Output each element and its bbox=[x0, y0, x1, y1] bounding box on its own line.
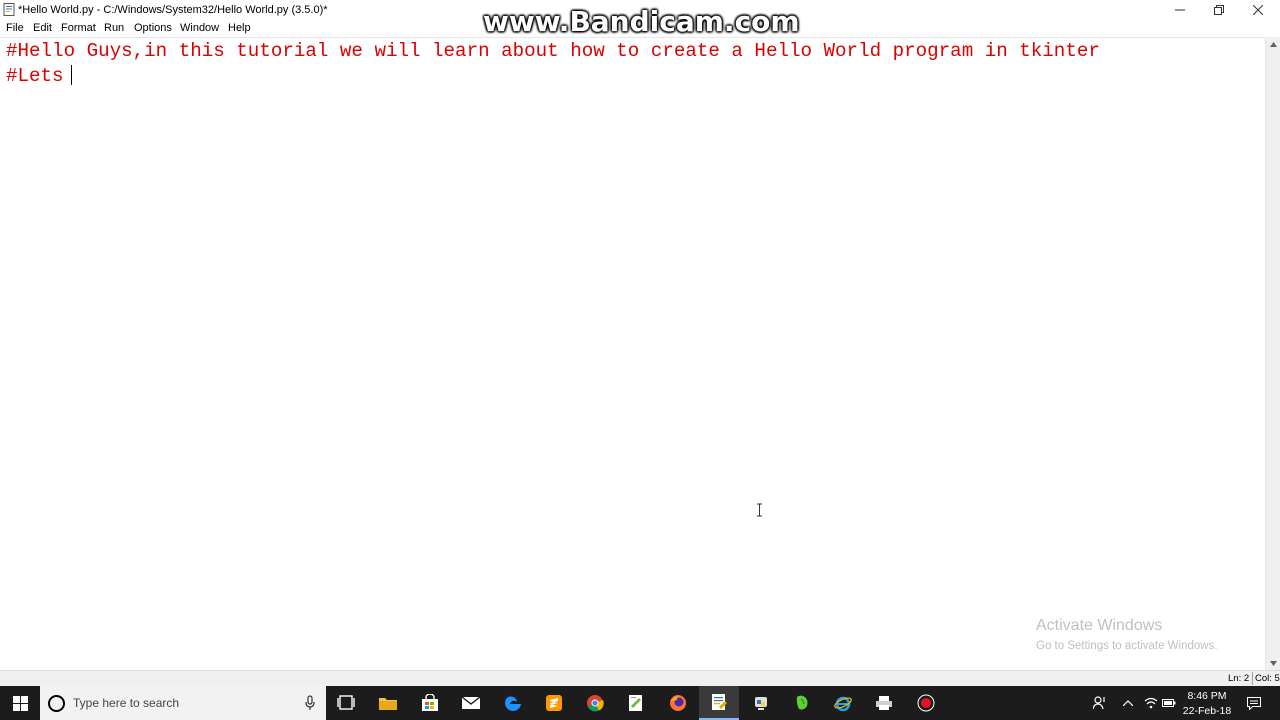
battery-icon bbox=[1162, 699, 1176, 707]
show-hidden-icons-button[interactable] bbox=[1120, 686, 1136, 720]
battery-button[interactable] bbox=[1161, 686, 1177, 720]
ibeam-cursor-icon bbox=[757, 503, 762, 517]
idle-editor-button[interactable] bbox=[699, 686, 739, 720]
windows-logo-icon bbox=[12, 695, 28, 711]
text-caret bbox=[71, 65, 72, 85]
sublime-text-button[interactable] bbox=[534, 686, 574, 720]
code-line: #Lets bbox=[6, 65, 64, 87]
sublime-text-icon bbox=[546, 695, 562, 711]
status-line: Ln: 2 bbox=[1228, 673, 1250, 684]
notepad-plus-plus-icon bbox=[629, 695, 642, 711]
cortana-icon bbox=[48, 695, 65, 712]
network-button[interactable] bbox=[1142, 686, 1160, 720]
notepad-plus-plus-button[interactable] bbox=[616, 686, 656, 720]
menu-edit[interactable]: Edit bbox=[33, 22, 52, 34]
action-center-button[interactable] bbox=[1240, 686, 1268, 720]
python-file-icon bbox=[3, 3, 15, 16]
evernote-button[interactable] bbox=[782, 686, 822, 720]
task-view-button[interactable] bbox=[326, 686, 366, 720]
chevron-down-icon bbox=[1270, 660, 1277, 666]
clock-date[interactable]: 22-Feb-18 bbox=[1180, 705, 1234, 717]
minimize-icon bbox=[1175, 9, 1185, 11]
window-title: *Hello World.py - C:/Windows/System32/He… bbox=[18, 4, 328, 16]
taskbar-search-box[interactable]: Type here to search bbox=[40, 686, 326, 720]
mail-button[interactable] bbox=[451, 686, 491, 720]
evernote-icon bbox=[796, 695, 808, 710]
task-view-icon bbox=[337, 695, 355, 710]
scroll-down-button[interactable] bbox=[1266, 656, 1280, 670]
edge-button[interactable] bbox=[493, 686, 533, 720]
menu-window[interactable]: Window bbox=[180, 22, 219, 34]
python-idle-icon bbox=[755, 697, 767, 710]
menu-run[interactable]: Run bbox=[104, 22, 124, 34]
status-separator bbox=[1252, 672, 1253, 685]
wifi-icon bbox=[1144, 697, 1158, 709]
chrome-icon bbox=[587, 695, 604, 712]
clock-time[interactable]: 8:46 PM bbox=[1180, 690, 1234, 702]
chevron-up-icon bbox=[1123, 700, 1133, 706]
restore-icon bbox=[1214, 5, 1224, 15]
internet-explorer-icon bbox=[834, 696, 852, 712]
bandicam-record-icon bbox=[917, 694, 935, 712]
edge-icon bbox=[504, 695, 521, 711]
bandicam-record-button[interactable] bbox=[906, 686, 946, 720]
bandicam-watermark: www.Bandicam.com bbox=[483, 5, 800, 38]
notification-icon bbox=[1247, 696, 1261, 710]
start-button[interactable] bbox=[0, 686, 40, 720]
chevron-up-icon bbox=[1270, 41, 1277, 47]
idle-editor-icon bbox=[712, 694, 727, 710]
file-explorer-icon bbox=[379, 698, 397, 710]
printer-button[interactable] bbox=[864, 686, 904, 720]
firefox-button[interactable] bbox=[658, 686, 698, 720]
status-bar: Ln: 2 Col: 5 bbox=[0, 670, 1280, 686]
print-icon bbox=[876, 696, 892, 710]
menu-format[interactable]: Format bbox=[61, 22, 96, 34]
code-line: #Hello Guys,in this tutorial we will lea… bbox=[6, 40, 1100, 62]
chrome-button[interactable] bbox=[575, 686, 615, 720]
minimize-button[interactable] bbox=[1160, 0, 1200, 20]
taskbar: Type here to search 8:46 PM 22-Feb-18 bbox=[0, 686, 1280, 720]
restore-button[interactable] bbox=[1199, 0, 1239, 20]
people-icon bbox=[1093, 696, 1105, 710]
store-button[interactable] bbox=[410, 686, 450, 720]
python-idle-button[interactable] bbox=[741, 686, 781, 720]
scroll-up-button[interactable] bbox=[1266, 37, 1280, 51]
firefox-icon bbox=[670, 695, 686, 711]
close-icon bbox=[1253, 5, 1263, 15]
internet-explorer-button[interactable] bbox=[823, 686, 863, 720]
code-editor[interactable]: #Hello Guys,in this tutorial we will lea… bbox=[0, 37, 1265, 670]
activation-title: Activate Windows bbox=[1036, 617, 1163, 634]
close-button[interactable] bbox=[1238, 0, 1278, 20]
people-button[interactable] bbox=[1090, 686, 1110, 720]
menu-help[interactable]: Help bbox=[228, 22, 251, 34]
microphone-icon[interactable] bbox=[305, 695, 315, 711]
store-icon bbox=[422, 694, 438, 711]
status-column: Col: 5 bbox=[1255, 673, 1280, 684]
mail-icon bbox=[461, 696, 481, 709]
activation-subtitle: Go to Settings to activate Windows. bbox=[1036, 640, 1218, 652]
file-explorer-button[interactable] bbox=[368, 686, 408, 720]
search-placeholder: Type here to search bbox=[73, 696, 180, 710]
vertical-scrollbar[interactable] bbox=[1265, 37, 1280, 670]
menu-file[interactable]: File bbox=[6, 22, 24, 34]
menu-options[interactable]: Options bbox=[134, 22, 172, 34]
